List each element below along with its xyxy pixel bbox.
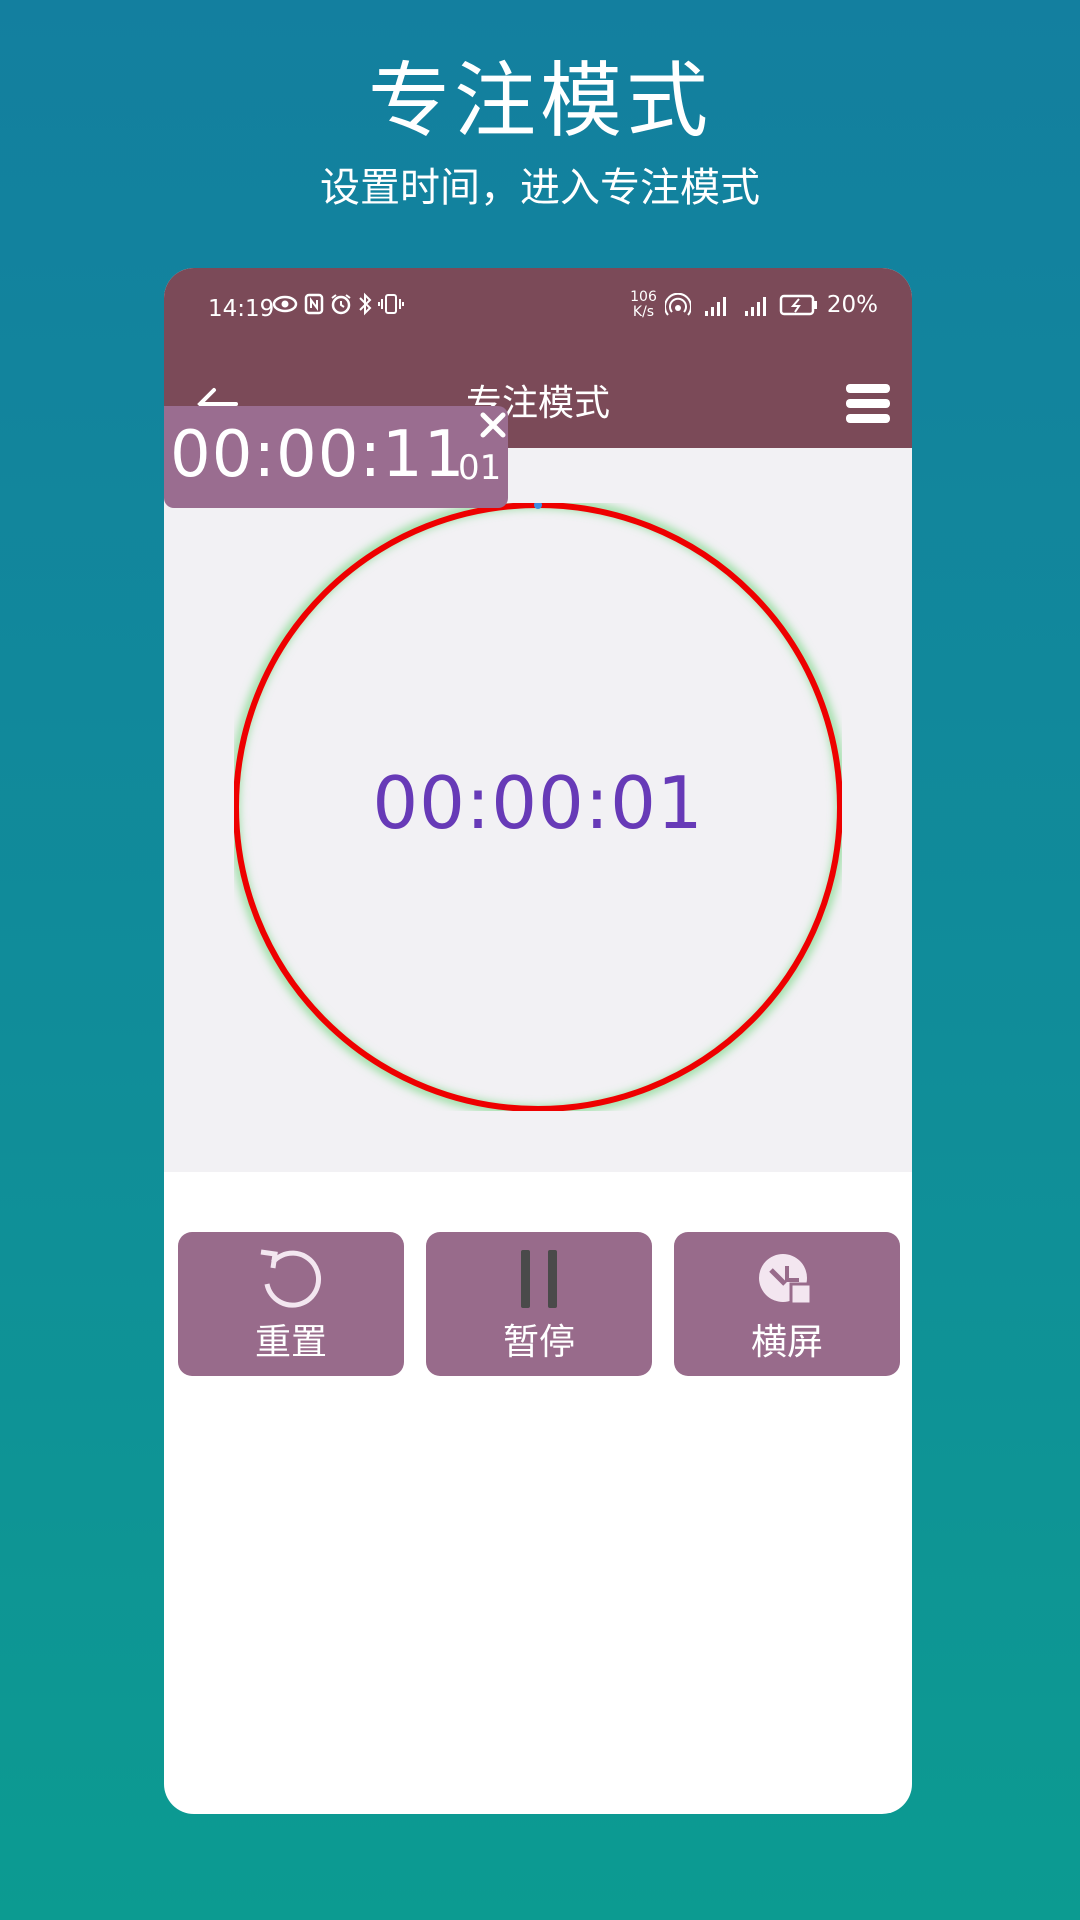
hotspot-icon: [664, 293, 691, 316]
pause-label: 暂停: [502, 1322, 575, 1363]
pause-button[interactable]: 暂停: [426, 1232, 652, 1376]
menu-icon: [846, 384, 890, 423]
landscape-button[interactable]: 横屏: [674, 1232, 900, 1376]
bluetooth-icon: [359, 292, 372, 316]
eye-icon: [272, 295, 298, 313]
status-left-icons: [272, 292, 404, 316]
promo-subtitle: 设置时间，进入专注模式: [320, 165, 760, 211]
phone-screen: 14:19 106 K/s 20% 专注模式 00:00:01 00:00:11…: [164, 268, 912, 1814]
menu-button[interactable]: [842, 376, 894, 432]
status-bar: 14:19 106 K/s 20%: [164, 268, 912, 360]
alarm-icon: [331, 294, 351, 315]
timer-area: 00:00:01: [164, 448, 912, 1172]
floating-timer-count: 01: [458, 448, 502, 488]
timer-display: 00:00:01: [372, 761, 704, 845]
battery-icon: [779, 294, 817, 316]
landscape-label: 横屏: [750, 1322, 823, 1363]
landscape-icon: [759, 1254, 813, 1306]
status-time: 14:19: [208, 296, 275, 322]
pause-icon: [521, 1250, 557, 1308]
network-speed-value: 106: [630, 289, 657, 305]
ring-progress-dot: [534, 503, 542, 509]
network-speed-unit: K/s: [632, 304, 655, 320]
floating-timer[interactable]: 00:00:11 01: [164, 406, 508, 508]
floating-timer-time: 00:00:11: [170, 418, 466, 492]
signal-icon: [704, 297, 726, 316]
reset-icon: [260, 1249, 322, 1308]
reset-button[interactable]: 重置: [178, 1232, 404, 1376]
signal-icon-2: [744, 297, 766, 316]
floating-close-button[interactable]: [474, 406, 512, 444]
promo-title: 专注模式: [367, 54, 712, 149]
battery-level: 20%: [826, 292, 878, 318]
nfc-icon: [304, 293, 324, 315]
status-right-icons: 106 K/s 20%: [630, 290, 878, 320]
close-icon: [480, 412, 506, 438]
reset-label: 重置: [254, 1322, 327, 1363]
network-speed: 106 K/s: [630, 290, 657, 320]
vibrate-icon: [378, 294, 404, 314]
